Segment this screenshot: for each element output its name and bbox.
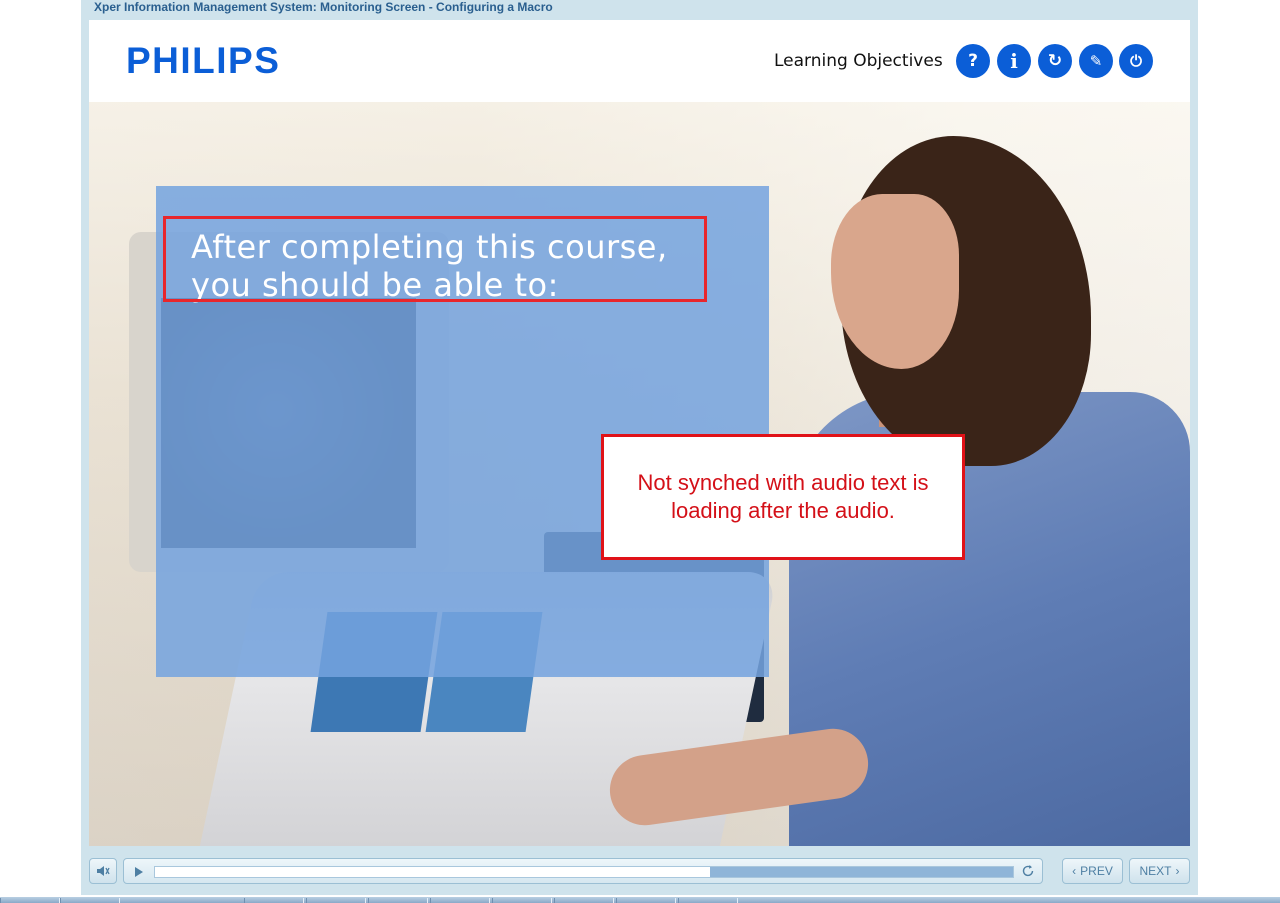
taskbar-item[interactable] (60, 898, 120, 903)
info-icon: i (1010, 49, 1018, 73)
help-button[interactable]: ? (956, 44, 990, 78)
mute-button[interactable] (89, 858, 117, 884)
progress-fill (155, 867, 711, 877)
window-title: Xper Information Management System: Moni… (94, 0, 553, 14)
taskbar-item[interactable] (678, 898, 738, 903)
progress-bar[interactable] (123, 858, 1043, 884)
learning-objectives-label: Learning Objectives (774, 51, 943, 71)
next-button[interactable]: NEXT › (1129, 858, 1190, 884)
question-icon: ? (968, 51, 978, 71)
refresh-icon: ↻ (1047, 51, 1063, 71)
next-label: NEXT (1139, 864, 1172, 878)
resources-button[interactable]: ✎ (1079, 44, 1113, 78)
taskbar-item[interactable] (616, 898, 676, 903)
slide-stage: After completing this course, you should… (89, 102, 1190, 846)
info-button[interactable]: i (997, 44, 1031, 78)
taskbar-item[interactable] (306, 898, 366, 903)
compass-icon: ✎ (1089, 52, 1103, 70)
review-comment-callout: Not synched with audio text is loading a… (601, 434, 965, 560)
progress-track[interactable] (154, 866, 1014, 878)
speaker-icon (97, 866, 110, 876)
taskbar-item[interactable] (430, 898, 490, 903)
philips-logo: PHILIPS (126, 40, 281, 81)
chevron-left-icon: ‹ (1072, 864, 1077, 878)
replay-button[interactable]: ↻ (1038, 44, 1072, 78)
playback-controls: ‹ PREV NEXT › (89, 856, 1190, 888)
prev-button[interactable]: ‹ PREV (1062, 858, 1123, 884)
refresh-icon[interactable] (1021, 864, 1035, 878)
taskbar-item[interactable] (492, 898, 552, 903)
taskbar-item[interactable] (0, 898, 60, 903)
power-icon: ⏻ (1130, 52, 1142, 70)
exit-button[interactable]: ⏻ (1119, 44, 1153, 78)
review-highlight-box (163, 216, 707, 302)
taskbar-item[interactable] (368, 898, 428, 903)
chevron-right-icon: › (1175, 864, 1180, 878)
prev-label: PREV (1080, 864, 1113, 878)
taskbar-item[interactable] (244, 898, 304, 903)
course-header: PHILIPS Learning Objectives ? i ↻ ✎ ⏻ (89, 20, 1190, 102)
taskbar-item[interactable] (554, 898, 614, 903)
play-icon[interactable] (134, 866, 144, 878)
